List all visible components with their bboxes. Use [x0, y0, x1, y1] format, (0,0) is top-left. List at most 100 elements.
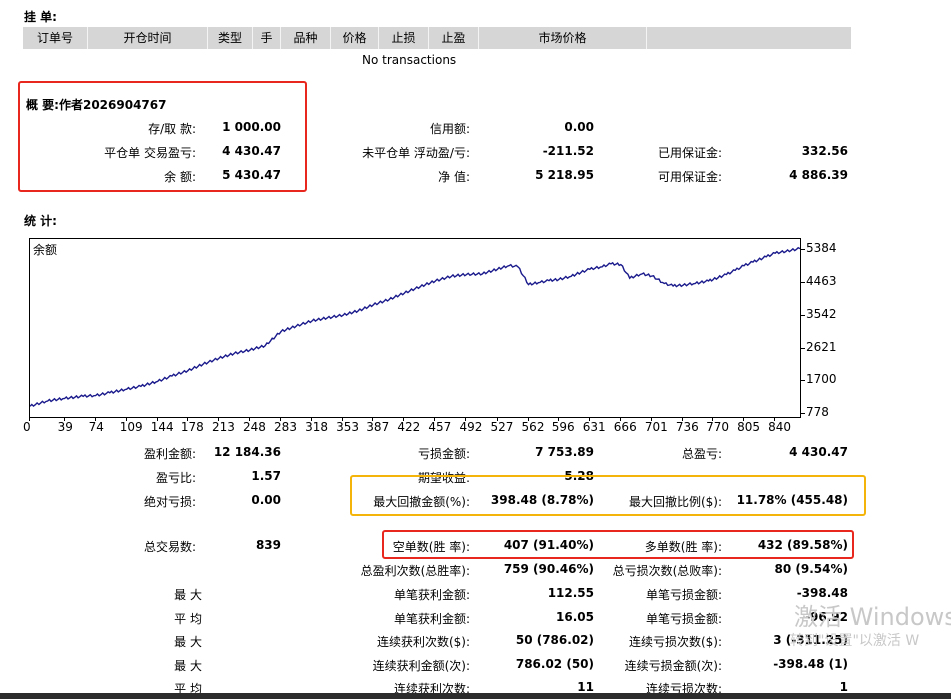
summary-title: 概 要:作者2026904767 — [26, 98, 167, 112]
short-positions-value: 407 (91.40%) — [503, 538, 594, 552]
x-tick-label: 74 — [88, 420, 104, 434]
absolute-drawdown-label: 绝对亏损: — [143, 495, 196, 509]
y-tick-label: 3542 — [806, 306, 837, 321]
average-profit-label: 单笔获利金额: — [393, 612, 470, 626]
activation-watermark-subtitle: 转到"设置"以激活 W — [790, 633, 920, 649]
balance-chart-svg — [30, 246, 800, 408]
profit-factor-label: 盈亏比: — [155, 471, 196, 485]
absolute-drawdown-value: 0.00 — [251, 493, 281, 507]
x-tick-label: 457 — [428, 420, 452, 434]
y-tick-mark — [801, 282, 805, 284]
col-open-time[interactable]: 开仓时间 — [88, 27, 208, 49]
short-positions-label: 空单数(胜 率): — [392, 540, 470, 554]
max-consecutive-wins-value: 50 (786.02) — [515, 633, 594, 647]
x-tick-label: 840 — [768, 420, 792, 434]
x-tick-label: 283 — [274, 420, 297, 434]
x-tick-label: 527 — [490, 420, 514, 434]
relative-drawdown-label: 最大回撤比例($): — [628, 495, 722, 509]
x-tick-label: 248 — [243, 420, 266, 434]
x-tick-label: 178 — [180, 420, 204, 434]
y-tick-mark — [801, 380, 805, 382]
x-tick-label: 0 — [23, 420, 31, 434]
balance-chart: 余额 — [29, 238, 801, 418]
total-profit-value: 4 430.47 — [789, 445, 848, 459]
average-profit-value: 16.05 — [556, 610, 594, 624]
taskbar-strip — [0, 693, 951, 699]
y-tick-mark — [801, 413, 805, 415]
equity-label: 净 值: — [438, 170, 470, 184]
pending-title: 挂 单: — [24, 10, 57, 24]
average-loss-label: 单笔亏损金额: — [645, 612, 722, 626]
long-positions-label: 多单数(胜 率): — [644, 540, 722, 554]
total-profit-label: 总盈亏: — [681, 447, 722, 461]
x-tick-label: 631 — [582, 420, 606, 434]
largest-loss-label: 单笔亏损金额: — [645, 588, 722, 602]
x-tick-label: 805 — [737, 420, 761, 434]
balance-label: 余 额: — [164, 170, 196, 184]
col-order[interactable]: 订单号 — [23, 27, 88, 49]
x-tick-label: 492 — [459, 420, 483, 434]
largest-profit-label: 单笔获利金额: — [393, 588, 470, 602]
closed-pl-label: 平仓单 交易盈亏: — [104, 146, 196, 160]
gross-loss-label: 亏损金额: — [417, 447, 470, 461]
x-tick-label: 144 — [150, 420, 174, 434]
credit-label: 信用额: — [429, 122, 470, 136]
max-consecutive-profit-value: 786.02 (50) — [515, 657, 594, 671]
long-positions-value: 432 (89.58%) — [757, 538, 848, 552]
row-label-avg-1: 平 均 — [174, 612, 202, 626]
y-tick-label: 1700 — [806, 372, 837, 387]
x-tick-label: 701 — [644, 420, 668, 434]
x-tick-label: 39 — [57, 420, 73, 434]
floating-pl-label: 未平仓单 浮动盈/亏: — [362, 146, 470, 160]
closed-pl-value: 4 430.47 — [222, 144, 281, 158]
x-tick-label: 666 — [613, 420, 637, 434]
deposit-value: 1 000.00 — [222, 120, 281, 134]
loss-trades-value: 80 (9.54%) — [774, 562, 848, 576]
largest-profit-value: 112.55 — [547, 586, 594, 600]
total-trades-value: 839 — [255, 538, 281, 552]
col-type[interactable]: 类型 — [208, 27, 253, 49]
max-consecutive-wins-label: 连续获利次数($): — [376, 635, 470, 649]
row-label-max-2: 最 大 — [174, 635, 202, 649]
balance-value: 5 430.47 — [222, 168, 281, 182]
x-tick-label: 770 — [706, 420, 729, 434]
max-consecutive-losses-label: 连续亏损次数($): — [628, 635, 722, 649]
col-market-price[interactable]: 市场价格 — [479, 27, 647, 49]
loss-trades-label: 总亏损次数(总败率): — [612, 564, 722, 578]
x-tick-label: 109 — [119, 420, 143, 434]
gross-profit-label: 盈利金额: — [143, 447, 196, 461]
total-trades-label: 总交易数: — [143, 540, 196, 554]
chart-title: 余额 — [33, 243, 58, 257]
stats-title: 统 计: — [24, 214, 57, 228]
max-drawdown-value: 398.48 (8.78%) — [490, 493, 594, 507]
x-tick-label: 353 — [336, 420, 360, 434]
max-consecutive-profit-label: 连续获利金额(次): — [372, 659, 470, 673]
profit-trades-value: 759 (90.46%) — [503, 562, 594, 576]
row-label-max-3: 最 大 — [174, 659, 202, 673]
x-tick-label: 422 — [397, 420, 421, 434]
max-consecutive-loss-value: -398.48 (1) — [773, 657, 848, 671]
max-consecutive-loss-label: 连续亏损金额(次): — [624, 659, 722, 673]
floating-pl-value: -211.52 — [542, 144, 594, 158]
deposit-label: 存/取 款: — [148, 122, 196, 136]
max-drawdown-label: 最大回撤金额(%): — [373, 495, 470, 509]
col-tp[interactable]: 止盈 — [429, 27, 479, 49]
x-tick-label: 213 — [211, 420, 235, 434]
y-tick-label: 4463 — [806, 274, 837, 289]
y-tick-label: 2621 — [806, 339, 837, 354]
x-tick-label: 562 — [521, 420, 545, 434]
col-symbol[interactable]: 品种 — [281, 27, 331, 49]
col-price[interactable]: 价格 — [331, 27, 379, 49]
average-consecutive-losses-value: 1 — [839, 680, 848, 694]
y-tick-mark — [801, 347, 805, 349]
col-empty — [647, 27, 851, 49]
no-transactions-text: No transactions — [362, 53, 457, 67]
free-margin-label: 可用保证金: — [657, 170, 722, 184]
equity-value: 5 218.95 — [535, 168, 594, 182]
x-tick-label: 387 — [366, 420, 390, 434]
balance-line — [30, 246, 800, 408]
activation-watermark-title: 激活 Windows — [794, 603, 951, 631]
col-sl[interactable]: 止损 — [379, 27, 429, 49]
y-tick-label: 778 — [806, 405, 829, 420]
col-lots[interactable]: 手 — [253, 27, 281, 49]
